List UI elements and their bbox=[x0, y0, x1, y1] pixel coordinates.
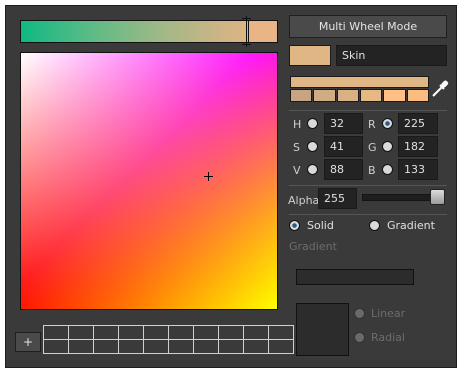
value-input[interactable]: 88 bbox=[324, 159, 363, 180]
palette-main-swatch[interactable] bbox=[290, 76, 429, 88]
saturation-input[interactable]: 41 bbox=[324, 136, 363, 157]
palette-swatch[interactable] bbox=[359, 89, 383, 102]
green-radio[interactable] bbox=[382, 141, 393, 152]
swatch-slot[interactable] bbox=[43, 325, 69, 340]
blue-radio[interactable] bbox=[382, 164, 393, 175]
hue-label: H bbox=[293, 118, 302, 131]
solid-label[interactable]: Solid bbox=[307, 219, 334, 232]
alpha-input[interactable]: 255 bbox=[318, 188, 357, 209]
color-slider-marker[interactable] bbox=[242, 16, 251, 47]
current-color-swatch bbox=[289, 45, 331, 66]
palette-swatch[interactable] bbox=[313, 89, 336, 102]
saturation-label: S bbox=[293, 141, 300, 154]
gradient-section-title: Gradient bbox=[289, 240, 337, 253]
palette-swatch[interactable] bbox=[406, 89, 429, 102]
swatch-slot[interactable] bbox=[218, 325, 244, 340]
swatch-slot[interactable] bbox=[243, 339, 269, 354]
green-label: G bbox=[368, 141, 377, 154]
alpha-label: Alpha bbox=[288, 194, 320, 207]
value-label: V bbox=[293, 164, 301, 177]
swatch-slot[interactable] bbox=[243, 325, 269, 340]
palette-swatch[interactable] bbox=[290, 89, 313, 102]
color-field[interactable] bbox=[20, 52, 278, 310]
alpha-slider-handle[interactable] bbox=[430, 189, 445, 205]
color-field-crosshair-icon[interactable] bbox=[204, 172, 213, 181]
eyedropper-icon[interactable] bbox=[431, 78, 449, 98]
swatch-slot[interactable] bbox=[93, 325, 119, 340]
swatch-slot[interactable] bbox=[193, 325, 219, 340]
gradient-preview-box bbox=[296, 303, 349, 356]
swatch-slot[interactable] bbox=[218, 339, 244, 354]
value-radio[interactable] bbox=[307, 164, 318, 175]
swatch-slot[interactable] bbox=[193, 339, 219, 354]
swatch-grid bbox=[43, 325, 294, 354]
swatch-slot[interactable] bbox=[143, 339, 169, 354]
separator bbox=[289, 214, 447, 215]
swatch-slot[interactable] bbox=[118, 325, 144, 340]
linear-radio[interactable] bbox=[354, 308, 365, 319]
swatch-slot[interactable] bbox=[143, 325, 169, 340]
gradient-radio[interactable] bbox=[369, 220, 380, 231]
radial-radio[interactable] bbox=[354, 332, 365, 343]
gradient-label[interactable]: Gradient bbox=[387, 219, 435, 232]
hue-radio[interactable] bbox=[307, 118, 318, 129]
swatch-slot[interactable] bbox=[268, 339, 294, 354]
green-input[interactable]: 182 bbox=[398, 136, 438, 157]
swatch-slot[interactable] bbox=[43, 339, 69, 354]
palette-swatch[interactable] bbox=[336, 89, 359, 102]
swatch-slot[interactable] bbox=[68, 339, 94, 354]
palette-swatch[interactable] bbox=[383, 89, 406, 102]
hue-input[interactable]: 32 bbox=[324, 113, 363, 134]
gradient-preview-bar bbox=[296, 269, 414, 285]
alpha-slider-track[interactable] bbox=[362, 194, 440, 201]
blue-input[interactable]: 133 bbox=[398, 159, 438, 180]
swatch-slot[interactable] bbox=[168, 339, 194, 354]
solid-radio[interactable] bbox=[289, 220, 300, 231]
saturation-radio[interactable] bbox=[307, 141, 318, 152]
red-input[interactable]: 225 bbox=[398, 113, 438, 134]
swatch-slot[interactable] bbox=[168, 325, 194, 340]
color-slider-end-swatch bbox=[248, 21, 277, 42]
color-name-field[interactable]: Skin bbox=[336, 45, 447, 66]
radial-label: Radial bbox=[371, 331, 405, 344]
swatch-slot[interactable] bbox=[268, 325, 294, 340]
blue-label: B bbox=[368, 164, 376, 177]
separator bbox=[289, 185, 447, 186]
separator bbox=[289, 110, 447, 111]
palette-swatch-row bbox=[290, 89, 429, 102]
red-radio[interactable] bbox=[382, 118, 393, 129]
color-slider-bar[interactable] bbox=[20, 16, 278, 47]
red-label: R bbox=[368, 118, 376, 131]
swatch-slot[interactable] bbox=[68, 325, 94, 340]
multi-wheel-mode-button[interactable]: Multi Wheel Mode bbox=[289, 15, 447, 38]
swatch-slot[interactable] bbox=[118, 339, 144, 354]
add-swatch-button[interactable]: + bbox=[15, 332, 41, 352]
swatch-slot[interactable] bbox=[93, 339, 119, 354]
linear-label: Linear bbox=[371, 307, 406, 320]
